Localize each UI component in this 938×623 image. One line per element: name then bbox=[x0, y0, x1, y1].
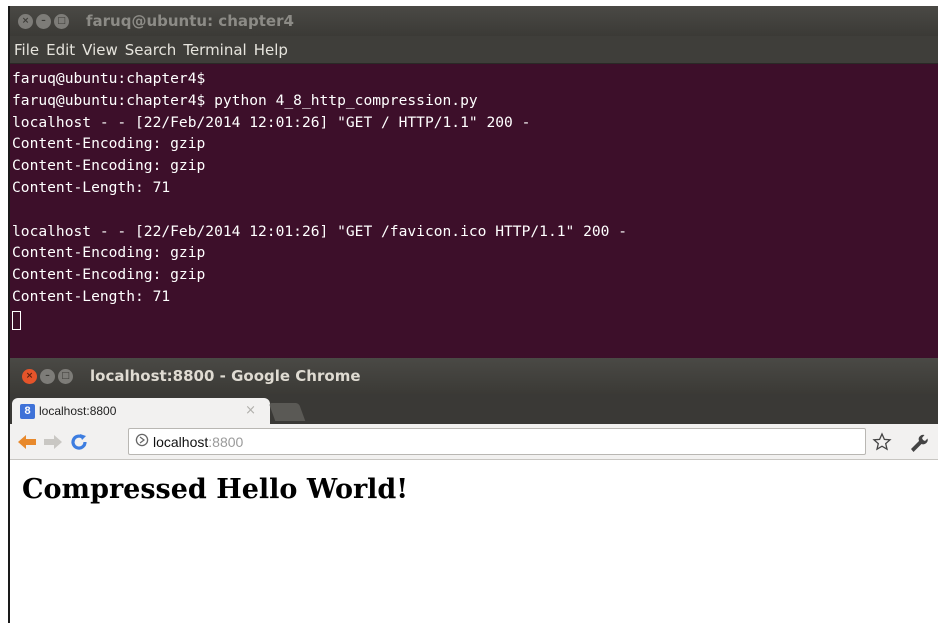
url-host: localhost bbox=[153, 433, 209, 450]
terminal-cursor bbox=[12, 310, 21, 330]
terminal-title: faruq@ubuntu: chapter4 bbox=[86, 12, 294, 30]
url-port: :8800 bbox=[208, 433, 244, 450]
menu-view[interactable]: View bbox=[82, 41, 118, 59]
browser-toolbar: localhost:8800 bbox=[10, 424, 938, 460]
menu-help[interactable]: Help bbox=[254, 41, 288, 59]
forward-arrow-icon[interactable] bbox=[42, 431, 64, 453]
terminal-line: localhost - - [22/Feb/2014 12:01:26] "GE… bbox=[12, 113, 531, 131]
minimize-icon[interactable]: – bbox=[36, 13, 51, 29]
favicon-icon: 8 bbox=[20, 403, 35, 419]
star-icon[interactable] bbox=[872, 432, 892, 456]
menu-terminal[interactable]: Terminal bbox=[183, 41, 246, 59]
terminal-line: Content-Length: 71 bbox=[12, 178, 171, 196]
minimize-icon[interactable]: – bbox=[40, 368, 55, 384]
terminal-menubar: File Edit View Search Terminal Help bbox=[10, 36, 938, 64]
address-bar[interactable]: localhost:8800 bbox=[128, 428, 866, 455]
close-icon[interactable]: × bbox=[22, 368, 37, 384]
reload-icon[interactable] bbox=[68, 431, 90, 453]
maximize-icon[interactable]: □ bbox=[54, 13, 69, 29]
terminal-output[interactable]: faruq@ubuntu:chapter4$ faruq@ubuntu:chap… bbox=[10, 64, 938, 330]
close-icon[interactable]: × bbox=[18, 13, 33, 29]
terminal-line: localhost - - [22/Feb/2014 12:01:26] "GE… bbox=[12, 222, 628, 240]
terminal-line: Content-Encoding: gzip bbox=[12, 266, 206, 284]
chrome-title: localhost:8800 - Google Chrome bbox=[90, 367, 361, 385]
terminal-line: Content-Encoding: gzip bbox=[12, 244, 206, 262]
terminal-line: Content-Encoding: gzip bbox=[12, 157, 206, 175]
terminal-line: faruq@ubuntu:chapter4$ bbox=[12, 70, 206, 87]
terminal-line: faruq@ubuntu:chapter4$ python 4_8_http_c… bbox=[12, 91, 478, 109]
terminal-prompt-line bbox=[12, 308, 936, 330]
tab-label: localhost:8800 bbox=[39, 404, 117, 418]
back-arrow-icon[interactable] bbox=[16, 431, 38, 453]
menu-edit[interactable]: Edit bbox=[46, 41, 75, 59]
page-icon bbox=[135, 432, 149, 451]
chrome-titlebar[interactable]: × – □ localhost:8800 - Google Chrome bbox=[10, 358, 938, 394]
terminal-titlebar[interactable]: × – □ faruq@ubuntu: chapter4 bbox=[10, 6, 938, 36]
wrench-icon[interactable] bbox=[907, 431, 929, 457]
page-heading: Compressed Hello World! bbox=[22, 474, 409, 505]
tab-localhost[interactable]: 8 localhost:8800 × bbox=[12, 398, 270, 424]
menu-file[interactable]: File bbox=[14, 41, 39, 59]
terminal-line: Content-Encoding: gzip bbox=[12, 135, 206, 153]
tab-strip: 8 localhost:8800 × bbox=[10, 394, 938, 424]
new-tab-button[interactable] bbox=[268, 403, 306, 421]
terminal-window: × – □ faruq@ubuntu: chapter4 File Edit V… bbox=[8, 6, 938, 358]
terminal-line: Content-Length: 71 bbox=[12, 287, 171, 305]
menu-search[interactable]: Search bbox=[125, 41, 177, 59]
chrome-window: × – □ localhost:8800 - Google Chrome 8 l… bbox=[8, 358, 938, 623]
tab-close-icon[interactable]: × bbox=[245, 403, 256, 418]
maximize-icon[interactable]: □ bbox=[58, 368, 73, 384]
